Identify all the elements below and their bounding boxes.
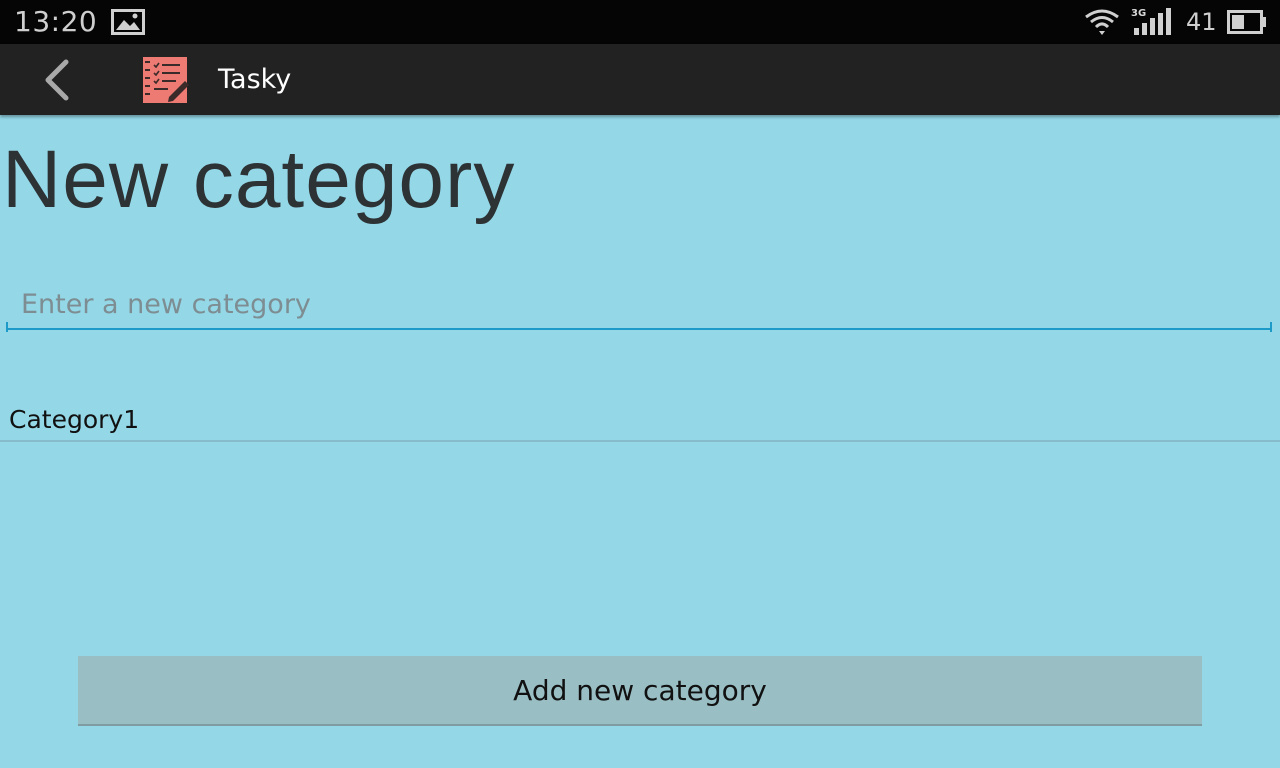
status-bar: 13:20 3G 41 (0, 0, 1280, 44)
category-name-input[interactable] (8, 280, 1272, 330)
input-underline-left-tick (6, 322, 8, 332)
list-item[interactable]: Category1 (0, 400, 1280, 442)
image-notification-icon (111, 9, 145, 35)
add-new-category-button[interactable]: Add new category (78, 656, 1202, 724)
screen: 13:20 3G 41 Tasky New category Enter a n… (0, 0, 1280, 768)
network-type-label: 3G (1131, 8, 1147, 19)
battery-percent: 41 (1186, 8, 1217, 36)
input-underline-right-tick (1270, 322, 1272, 332)
status-time: 13:20 (14, 5, 98, 38)
page-title: New category (2, 134, 516, 225)
checklist-notebook-icon (143, 57, 189, 103)
category-list: Category1 (0, 400, 1280, 442)
battery-icon (1227, 10, 1266, 34)
wifi-icon (1085, 9, 1119, 35)
app-title: Tasky (218, 64, 292, 95)
back-button[interactable] (38, 56, 78, 104)
action-bar: Tasky (0, 44, 1280, 115)
list-item-label: Category1 (9, 405, 140, 434)
